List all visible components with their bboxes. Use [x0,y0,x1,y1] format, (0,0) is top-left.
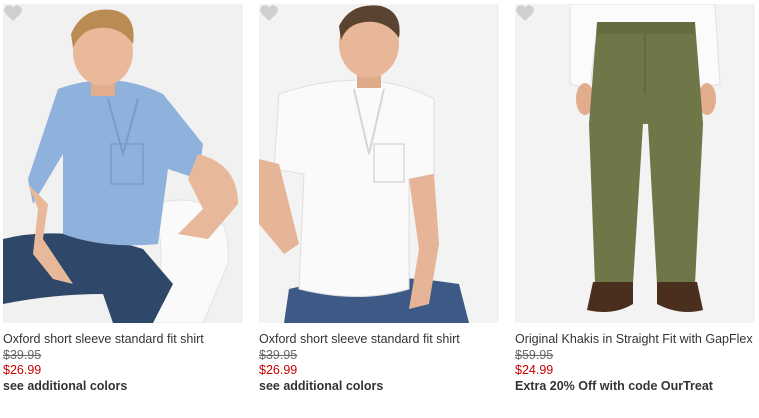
promo-text: Extra 20% Off with code OurTreat [515,378,713,393]
product-info: Oxford short sleeve standard fit shirt $… [259,323,499,394]
product-card: Oxford short sleeve standard fit shirt $… [259,4,499,394]
product-name[interactable]: Original Khakis in Straight Fit with Gap… [515,332,755,348]
see-additional-colors-link[interactable]: see additional colors [3,379,243,395]
sale-price: $26.99 [3,363,42,377]
heart-icon[interactable] [3,4,23,22]
product-name[interactable]: Oxford short sleeve standard fit shirt [259,332,499,348]
product-image-khakis[interactable] [515,4,755,323]
sale-price: $24.99 [515,363,554,377]
product-card: Original Khakis in Straight Fit with Gap… [515,4,755,394]
original-price: $59.95 [515,347,554,362]
product-info: Original Khakis in Straight Fit with Gap… [515,323,755,394]
heart-icon[interactable] [515,4,535,22]
original-price: $39.95 [259,347,298,362]
original-price: $39.95 [3,347,42,362]
heart-icon[interactable] [259,4,279,22]
product-image-blue-shirt[interactable] [3,4,243,323]
product-photo [515,4,755,323]
product-image-white-shirt[interactable] [259,4,499,323]
product-photo [259,4,499,323]
product-info: Oxford short sleeve standard fit shirt $… [3,323,243,394]
product-name[interactable]: Oxford short sleeve standard fit shirt [3,332,243,348]
product-photo [3,4,243,323]
see-additional-colors-link[interactable]: see additional colors [259,379,499,395]
product-card: Oxford short sleeve standard fit shirt $… [3,4,243,394]
sale-price: $26.99 [259,363,298,377]
